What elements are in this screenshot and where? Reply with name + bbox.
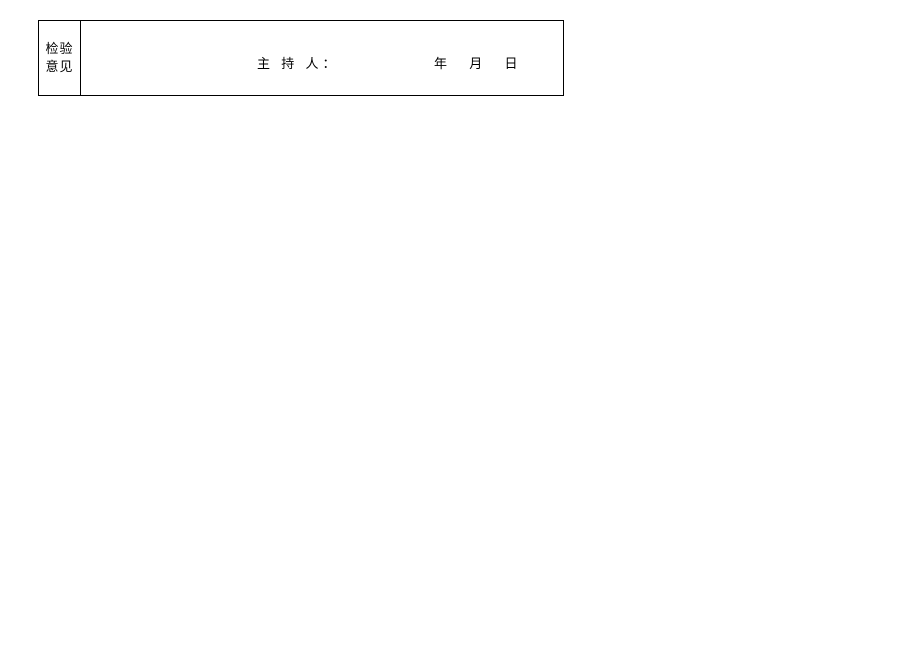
row-header-inspection-opinion: 检验 意见 (39, 21, 81, 95)
row-header-line1: 检验 (45, 40, 73, 58)
form-table: 检验 意见 主 持 人： 年 月 日 (38, 20, 564, 96)
host-label: 主 持 人： (257, 53, 340, 72)
date-group: 年 月 日 (434, 53, 519, 72)
date-day-label: 日 (505, 56, 519, 71)
date-year-label: 年 (434, 56, 448, 71)
date-month-label: 月 (469, 56, 483, 71)
row-content: 主 持 人： 年 月 日 (81, 21, 563, 95)
row-header-line2: 意见 (45, 58, 73, 76)
